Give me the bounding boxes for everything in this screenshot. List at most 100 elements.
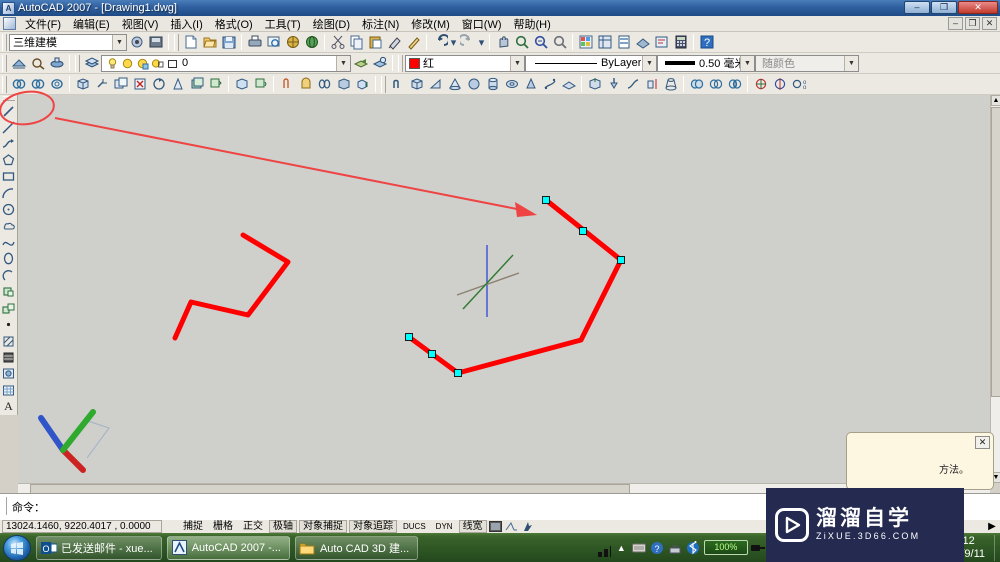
menu-dimension[interactable]: 标注(N) bbox=[356, 15, 405, 33]
start-button[interactable] bbox=[3, 534, 31, 561]
torus-icon[interactable] bbox=[502, 75, 521, 94]
3d-copy-edges-icon[interactable] bbox=[206, 75, 225, 94]
chevron-down-icon[interactable]: ▼ bbox=[510, 55, 524, 71]
help-icon[interactable]: ? bbox=[697, 33, 716, 52]
publish-icon[interactable] bbox=[283, 33, 302, 52]
loft-icon[interactable] bbox=[661, 75, 680, 94]
solid-copy-body-icon[interactable] bbox=[353, 75, 372, 94]
save-icon[interactable] bbox=[219, 33, 238, 52]
insert-block-icon[interactable] bbox=[0, 284, 17, 300]
chevron-down-icon[interactable]: ▼ bbox=[844, 55, 858, 71]
redo-dropdown-icon[interactable]: ▾ bbox=[477, 33, 486, 52]
toolbar-grip-standard[interactable] bbox=[174, 33, 179, 51]
plotstyle-combo[interactable]: 随颜色 ▼ bbox=[755, 54, 859, 72]
drawing-canvas[interactable] bbox=[18, 95, 990, 483]
taskbar-autocad[interactable]: AutoCAD 2007 -... bbox=[166, 535, 290, 560]
taskbar-folder[interactable]: Auto CAD 3D 建... bbox=[294, 535, 419, 560]
walk-icon[interactable] bbox=[28, 54, 47, 73]
properties-palette-icon[interactable] bbox=[576, 33, 595, 52]
toolbar-grip-modeling[interactable] bbox=[381, 75, 386, 93]
copy-icon[interactable] bbox=[347, 33, 366, 52]
presspull-icon[interactable] bbox=[604, 75, 623, 94]
zoom-window-icon[interactable] bbox=[531, 33, 550, 52]
show-hidden-icons-icon[interactable]: ▲ bbox=[614, 540, 629, 555]
3d-move-icon[interactable] bbox=[92, 75, 111, 94]
3d-copy-icon[interactable] bbox=[111, 75, 130, 94]
linetype-combo[interactable]: ByLayer ▼ bbox=[525, 54, 657, 72]
gradient-icon[interactable] bbox=[0, 349, 17, 365]
motion-path-icon[interactable] bbox=[47, 54, 66, 73]
toolbar-lock-icon[interactable] bbox=[521, 520, 535, 533]
layer-properties-icon[interactable] bbox=[82, 54, 101, 73]
box-icon[interactable] bbox=[407, 75, 426, 94]
block-editor-icon[interactable] bbox=[404, 33, 423, 52]
menu-format[interactable]: 格式(O) bbox=[209, 15, 259, 33]
zoom-realtime-icon[interactable] bbox=[512, 33, 531, 52]
status-lineweight[interactable]: 线宽 bbox=[458, 520, 487, 533]
status-expand-icon[interactable]: ▶ bbox=[985, 520, 999, 533]
make-object-layer-current-icon[interactable] bbox=[370, 54, 389, 73]
sheet-set-icon[interactable] bbox=[633, 33, 652, 52]
check-icon[interactable] bbox=[315, 75, 334, 94]
status-ducs[interactable]: DUCS bbox=[399, 520, 430, 533]
chevron-down-icon[interactable]: ▼ bbox=[112, 34, 126, 50]
offset-faces-icon[interactable] bbox=[47, 75, 66, 94]
ellipse-icon[interactable] bbox=[0, 251, 17, 267]
layer-freeze-icon[interactable] bbox=[120, 56, 135, 71]
3d-mirror-icon[interactable] bbox=[770, 75, 789, 94]
color-combo[interactable]: 红 ▼ bbox=[405, 54, 525, 72]
layer-on-icon[interactable] bbox=[105, 56, 120, 71]
popup-close-button[interactable]: ✕ bbox=[975, 436, 990, 449]
revolve-icon[interactable] bbox=[642, 75, 661, 94]
workspace-settings-icon[interactable] bbox=[127, 33, 146, 52]
separate-icon[interactable] bbox=[277, 75, 296, 94]
status-grid[interactable]: 栅格 bbox=[209, 520, 237, 533]
network-icon[interactable] bbox=[668, 540, 683, 555]
3d-navigate-icon[interactable] bbox=[9, 54, 28, 73]
rectangle-icon[interactable] bbox=[0, 169, 17, 185]
plot-preview-icon[interactable] bbox=[264, 33, 283, 52]
undo-dropdown-icon[interactable]: ▾ bbox=[449, 33, 458, 52]
intersect-icon[interactable] bbox=[725, 75, 744, 94]
point-icon[interactable] bbox=[0, 316, 17, 332]
undo-icon[interactable] bbox=[430, 33, 449, 52]
layer-combo[interactable]: 0 ▼ bbox=[101, 54, 351, 72]
annotation-scale-icon[interactable] bbox=[505, 520, 519, 533]
polygon-icon[interactable] bbox=[0, 152, 17, 168]
keyboard-icon[interactable] bbox=[632, 540, 647, 555]
cone-icon[interactable] bbox=[445, 75, 464, 94]
doc-minimize-button[interactable]: – bbox=[948, 17, 963, 30]
doc-restore-button[interactable]: ❐ bbox=[965, 17, 980, 30]
menu-help[interactable]: 帮助(H) bbox=[508, 15, 557, 33]
scroll-up-arrow[interactable]: ▲ bbox=[991, 95, 1000, 106]
markup-set-icon[interactable] bbox=[652, 33, 671, 52]
polyline-icon[interactable] bbox=[0, 136, 17, 152]
workspace-combo[interactable]: 三维建模 ▼ bbox=[9, 33, 127, 51]
circle-icon[interactable] bbox=[0, 201, 17, 217]
open-icon[interactable] bbox=[200, 33, 219, 52]
table-icon[interactable] bbox=[0, 382, 17, 398]
close-button[interactable]: ✕ bbox=[958, 1, 998, 14]
sweep-icon[interactable] bbox=[623, 75, 642, 94]
cylinder-icon[interactable] bbox=[483, 75, 502, 94]
section-plane-icon[interactable]: oo bbox=[789, 75, 808, 94]
layer-freeze-vp-icon[interactable] bbox=[135, 56, 150, 71]
imprint-icon[interactable] bbox=[232, 75, 251, 94]
toolbar-grip-layer[interactable] bbox=[75, 54, 80, 72]
move-faces-icon[interactable] bbox=[28, 75, 47, 94]
extrude-icon[interactable] bbox=[585, 75, 604, 94]
status-ortho[interactable]: 正交 bbox=[239, 520, 267, 533]
minimize-button[interactable]: – bbox=[904, 1, 930, 14]
3d-taper-icon[interactable] bbox=[168, 75, 187, 94]
match-properties-icon[interactable] bbox=[385, 33, 404, 52]
toolbar-grip-solidedit[interactable] bbox=[2, 75, 7, 93]
show-desktop-button[interactable] bbox=[994, 534, 998, 561]
line-icon[interactable] bbox=[0, 103, 17, 119]
solid-body-icon[interactable] bbox=[334, 75, 353, 94]
menu-modify[interactable]: 修改(M) bbox=[405, 15, 456, 33]
clean-icon[interactable] bbox=[251, 75, 270, 94]
sphere-icon[interactable] bbox=[464, 75, 483, 94]
menu-draw[interactable]: 绘图(D) bbox=[307, 15, 356, 33]
menu-view[interactable]: 视图(V) bbox=[116, 15, 165, 33]
3d-rotate-icon[interactable] bbox=[149, 75, 168, 94]
